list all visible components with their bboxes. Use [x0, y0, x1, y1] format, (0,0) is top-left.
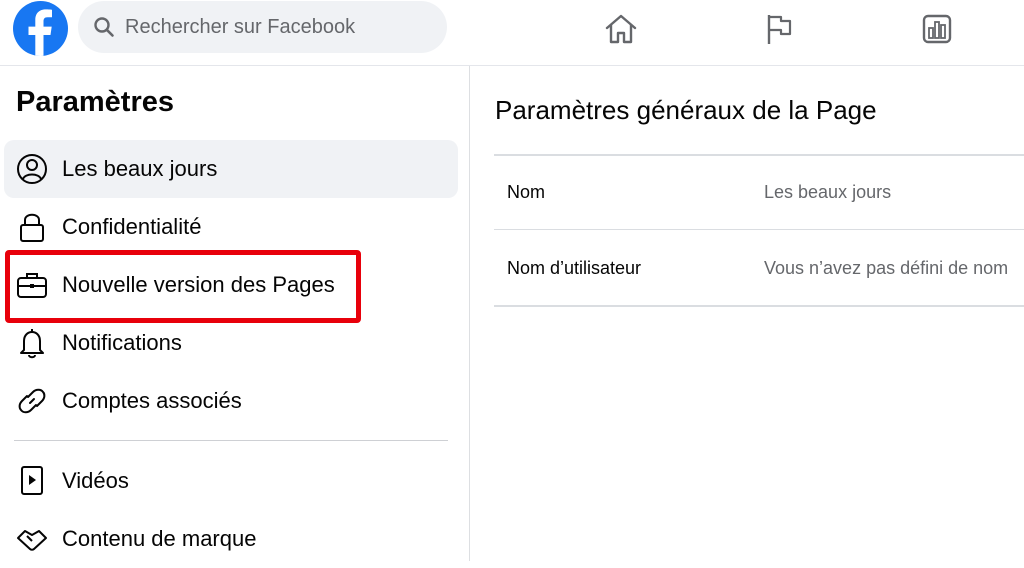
sidebar-item-label: Notifications — [62, 330, 182, 355]
sidebar-item-label: Contenu de marque — [62, 526, 257, 551]
insights-icon[interactable] — [917, 9, 957, 49]
row-value-nom[interactable]: Les beaux jours — [764, 182, 891, 203]
sidebar-item-label: Confidentialité — [62, 214, 202, 239]
settings-sidebar: Paramètres Les beaux jours Confidentiali… — [0, 66, 470, 561]
sidebar-item-label: Nouvelle version des Pages — [62, 272, 335, 297]
search-icon — [93, 16, 115, 38]
sidebar-divider — [14, 440, 448, 441]
row-label-nom: Nom — [507, 182, 546, 202]
search-input[interactable] — [125, 15, 425, 39]
row-label-nom-utilisateur: Nom d’utilisateur — [507, 258, 642, 278]
sidebar-item-label: Vidéos — [62, 468, 129, 493]
bell-icon — [14, 325, 50, 361]
sidebar-item-videos[interactable]: Vidéos — [4, 452, 458, 510]
lock-icon — [14, 209, 50, 245]
handshake-icon — [14, 521, 50, 557]
facebook-logo-icon[interactable] — [13, 1, 68, 56]
briefcase-icon — [14, 267, 50, 303]
sidebar-item-notifications[interactable]: Notifications — [4, 314, 458, 372]
flag-icon[interactable] — [759, 9, 799, 49]
search-bar[interactable] — [78, 1, 447, 53]
sidebar-item-confidentialite[interactable]: Confidentialité — [4, 198, 458, 256]
sidebar-item-label: Comptes associés — [62, 388, 242, 413]
sidebar-item-nouvelle-version-pages[interactable]: Nouvelle version des Pages — [4, 256, 458, 314]
link-icon — [14, 383, 50, 419]
table-divider-bottom — [494, 305, 1024, 307]
user-circle-icon — [14, 151, 50, 187]
main-content: Paramètres généraux de la Page Nom Les b… — [471, 66, 1024, 561]
sidebar-item-les-beaux-jours[interactable]: Les beaux jours — [4, 140, 458, 198]
sidebar-title: Paramètres — [16, 86, 174, 118]
sidebar-item-comptes-associes[interactable]: Comptes associés — [4, 372, 458, 430]
video-icon — [14, 463, 50, 499]
row-value-nom-utilisateur[interactable]: Vous n’avez pas défini de nom — [764, 258, 1008, 279]
sidebar-item-contenu-de-marque[interactable]: Contenu de marque — [4, 510, 458, 568]
table-divider-mid — [494, 229, 1024, 230]
page-title: Paramètres généraux de la Page — [495, 95, 877, 125]
home-icon[interactable] — [601, 9, 641, 49]
sidebar-item-label: Les beaux jours — [62, 156, 218, 181]
table-divider-top — [494, 154, 1024, 156]
top-bar — [0, 0, 1024, 66]
